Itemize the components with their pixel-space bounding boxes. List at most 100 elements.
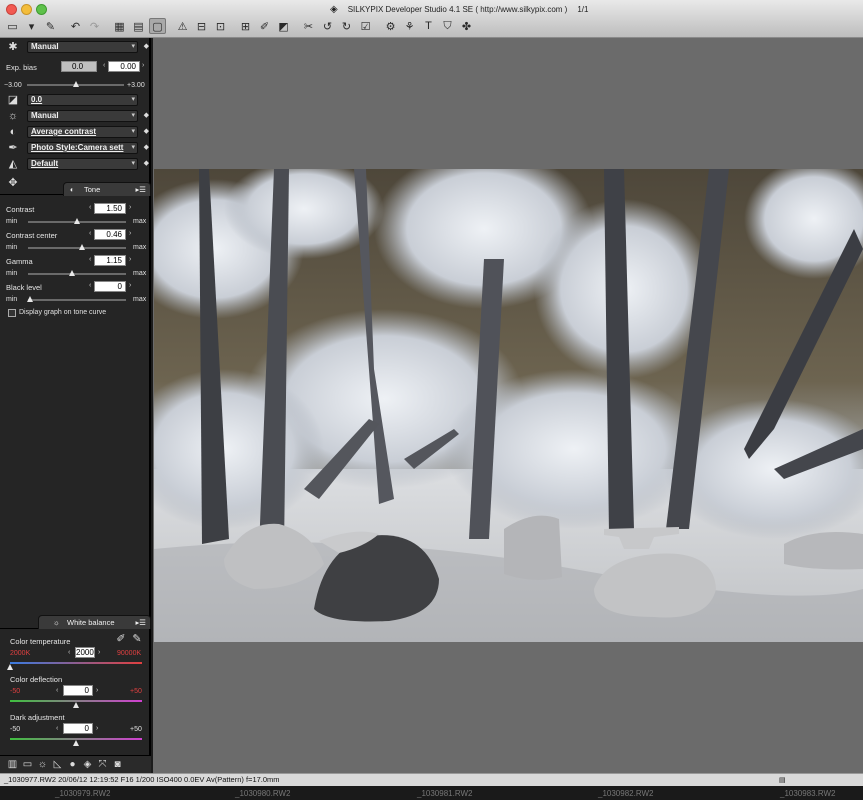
- deflection-decrease[interactable]: ‹: [56, 687, 58, 694]
- black-level-decrease[interactable]: ‹: [89, 282, 91, 289]
- menu-diamond-icon[interactable]: ◆: [144, 143, 149, 151]
- preview-image[interactable]: [154, 169, 863, 642]
- contrast-preset-dropdown[interactable]: Average contrast ▾: [27, 126, 138, 138]
- control-panel-icon[interactable]: ▥: [6, 758, 19, 771]
- black-level-slider-knob[interactable]: [26, 296, 33, 302]
- color-deflection-knob[interactable]: [73, 702, 79, 708]
- exp-bias-input[interactable]: 0.00: [108, 61, 140, 72]
- rotate-right-icon[interactable]: ↻: [338, 18, 355, 34]
- filmstrip-item[interactable]: _1030983.RW2: [780, 789, 835, 798]
- color-ball-icon[interactable]: ●: [66, 758, 79, 771]
- undo-icon[interactable]: ↶: [67, 18, 84, 34]
- batch-icon[interactable]: ⚘: [401, 18, 418, 34]
- menu-diamond-icon[interactable]: ◆: [144, 42, 149, 50]
- contrast-slider-knob[interactable]: [74, 218, 80, 224]
- exposure-value-dropdown[interactable]: 0.0 ▾: [27, 94, 138, 106]
- gamma-input[interactable]: 1.15: [94, 255, 126, 266]
- menu-diamond-icon[interactable]: ◆: [144, 159, 149, 167]
- contrast-input[interactable]: 1.50: [94, 203, 126, 214]
- rotate-left-icon[interactable]: ↺: [319, 18, 336, 34]
- develop-icon[interactable]: ⚙: [382, 18, 399, 34]
- temp-increase[interactable]: ›: [98, 649, 100, 656]
- grid-overlay-icon[interactable]: ⊞: [237, 18, 254, 34]
- single-view-icon[interactable]: ▢: [149, 18, 166, 34]
- contrast-increase[interactable]: ›: [129, 204, 131, 211]
- black-level-slider[interactable]: [28, 299, 126, 301]
- comment-icon[interactable]: ▭: [21, 758, 34, 771]
- scissors-icon[interactable]: ✂: [300, 18, 317, 34]
- contrast-center-increase[interactable]: ›: [129, 230, 131, 237]
- white-balance-panel-tab[interactable]: ☼ White balance ▸☰: [38, 615, 151, 629]
- eraser-icon[interactable]: ✎: [42, 18, 59, 34]
- dark-adjustment-knob[interactable]: [73, 740, 79, 746]
- crop-icon[interactable]: ⊟: [193, 18, 210, 34]
- wb-dropper-icon[interactable]: ✐: [114, 632, 128, 646]
- photo-style-dropdown[interactable]: Photo Style:Camera sett ▾: [27, 142, 138, 154]
- exp-bias-left-field[interactable]: 0.0: [61, 61, 97, 72]
- dark-increase[interactable]: ›: [96, 725, 98, 732]
- open-menu-icon[interactable]: ▾: [23, 18, 40, 34]
- warning-icon[interactable]: ⚠: [174, 18, 191, 34]
- grid-view-icon[interactable]: ▦: [111, 18, 128, 34]
- filmstrip-item[interactable]: _1030980.RW2: [235, 789, 290, 798]
- open-folder-icon[interactable]: ▭: [4, 18, 21, 34]
- deflection-increase[interactable]: ›: [96, 687, 98, 694]
- contrast-center-decrease[interactable]: ‹: [89, 230, 91, 237]
- gamma-decrease[interactable]: ‹: [89, 256, 91, 263]
- tools-icon[interactable]: ✥: [6, 176, 20, 190]
- resize-icon[interactable]: ⤧: [96, 758, 109, 771]
- exp-bias-decrease[interactable]: ‹: [103, 62, 105, 69]
- redo-icon[interactable]: ↷: [86, 18, 103, 34]
- white-balance-mode-dropdown[interactable]: Manual ▾: [27, 110, 138, 122]
- dark-adjustment-input[interactable]: 0: [63, 723, 93, 734]
- filmstrip-item[interactable]: _1030979.RW2: [55, 789, 110, 798]
- filmstrip-item[interactable]: _1030981.RW2: [417, 789, 472, 798]
- panel-menu-icon[interactable]: ▸☰: [136, 183, 147, 196]
- contrast-center-slider-knob[interactable]: [78, 244, 85, 250]
- image-viewer[interactable]: [153, 38, 863, 773]
- develop-row-5: ◭ Default ▾ ◆: [0, 157, 151, 172]
- contrast-center-slider[interactable]: [28, 247, 126, 249]
- paint-icon[interactable]: ◈: [81, 758, 94, 771]
- preview-view-icon[interactable]: ▤: [130, 18, 147, 34]
- tone-curve-checkbox[interactable]: [8, 309, 16, 317]
- color-deflection-input[interactable]: 0: [63, 685, 93, 696]
- compare-icon[interactable]: ◩: [275, 18, 292, 34]
- contrast-decrease[interactable]: ‹: [89, 204, 91, 211]
- exp-bias-slider-knob[interactable]: [72, 81, 79, 87]
- temp-decrease[interactable]: ‹: [68, 649, 70, 656]
- black-level-input[interactable]: 0: [94, 281, 126, 292]
- black-level-increase[interactable]: ›: [129, 282, 131, 289]
- color-preset-dropdown[interactable]: Default ▾: [27, 158, 138, 170]
- gamma-slider[interactable]: [28, 273, 126, 275]
- text-tool-icon[interactable]: T: [420, 18, 437, 34]
- tone-panel-tab[interactable]: ◐ Tone ▸☰: [63, 182, 151, 196]
- camera-icon[interactable]: ◙: [111, 758, 124, 771]
- wb-dropper-icon[interactable]: ✐: [256, 18, 273, 34]
- close-window-button[interactable]: [6, 4, 17, 15]
- gamma-increase[interactable]: ›: [129, 256, 131, 263]
- menu-diamond-icon[interactable]: ◆: [144, 111, 149, 119]
- wb-auto-icon[interactable]: ✎: [130, 632, 144, 646]
- color-temperature-knob[interactable]: [7, 664, 13, 670]
- puzzle-icon[interactable]: ✤: [458, 18, 475, 34]
- zoom-window-button[interactable]: [36, 4, 47, 15]
- gamma-max: max: [133, 270, 147, 277]
- contrast-center-input[interactable]: 0.46: [94, 229, 126, 240]
- exposure-mode-dropdown[interactable]: Manual ▾: [27, 41, 138, 53]
- filmstrip-item[interactable]: _1030982.RW2: [598, 789, 653, 798]
- menu-diamond-icon[interactable]: ◆: [144, 127, 149, 135]
- curve-icon[interactable]: ◺: [51, 758, 64, 771]
- shield-icon[interactable]: ⛉: [439, 18, 456, 34]
- spot-icon[interactable]: ⊡: [212, 18, 229, 34]
- exp-bias-increase[interactable]: ›: [142, 62, 144, 69]
- sun-icon[interactable]: ☼: [36, 758, 49, 771]
- color-temperature-slider[interactable]: [10, 662, 142, 664]
- check-icon[interactable]: ☑: [357, 18, 374, 34]
- color-temperature-input[interactable]: 2000: [75, 647, 95, 658]
- film-icon[interactable]: ▤: [779, 775, 788, 784]
- gamma-slider-knob[interactable]: [69, 270, 76, 276]
- minimize-window-button[interactable]: [21, 4, 32, 15]
- panel-menu-icon[interactable]: ▸☰: [136, 616, 147, 629]
- dark-decrease[interactable]: ‹: [56, 725, 58, 732]
